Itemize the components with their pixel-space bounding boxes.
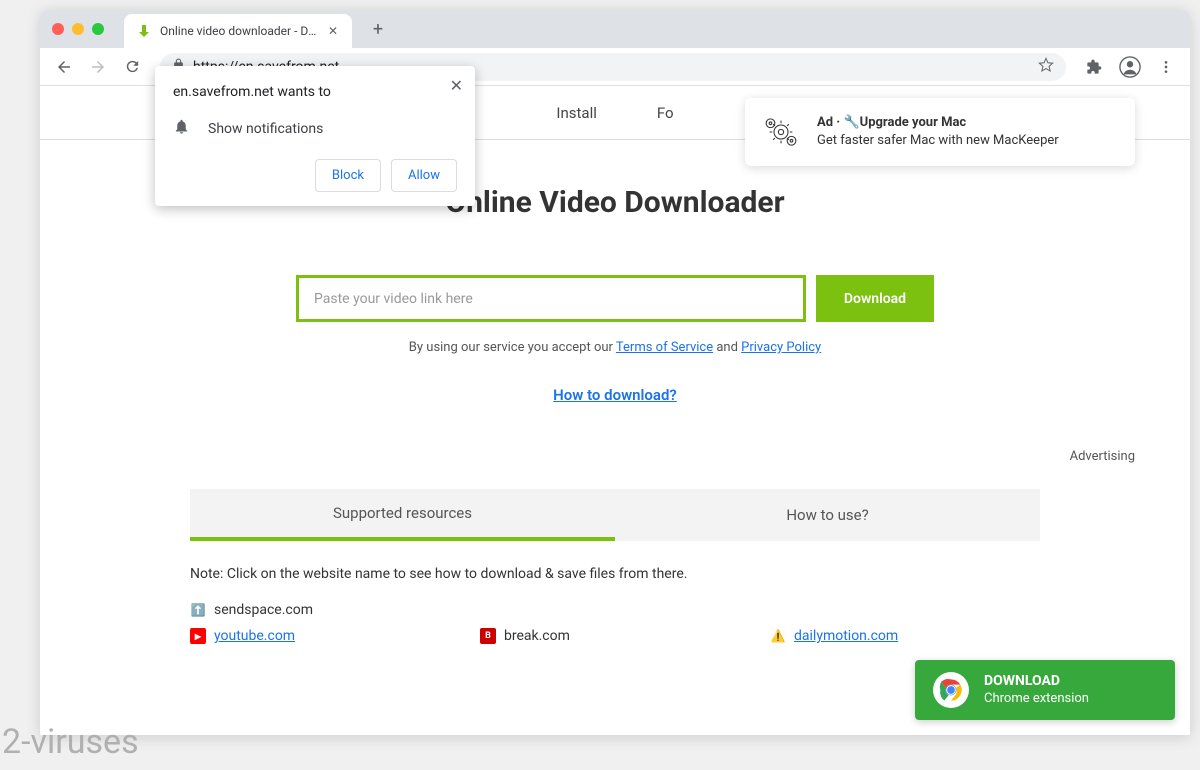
resource-sendspace: ⬆️ sendspace.com <box>190 602 460 618</box>
ext-subtitle: Chrome extension <box>984 691 1089 708</box>
tab-how-to-use[interactable]: How to use? <box>615 489 1040 541</box>
profile-avatar-icon[interactable] <box>1116 53 1144 81</box>
chrome-logo-icon <box>933 672 969 708</box>
info-tabs: Supported resources How to use? <box>190 489 1040 541</box>
input-section: Download <box>40 275 1190 322</box>
ad-text: Ad · 🔧Upgrade your Mac Get faster safer … <box>817 114 1059 149</box>
resource-break: B break.com <box>480 628 750 644</box>
upload-icon: ⬆️ <box>190 602 206 618</box>
ad-body: Get faster safer Mac with new MacKeeper <box>817 132 1059 150</box>
download-button[interactable]: Download <box>816 275 934 322</box>
browser-tab[interactable]: Online video downloader - Dow ✕ <box>124 14 352 48</box>
note-text: Note: Click on the website name to see h… <box>190 566 1040 582</box>
advertising-label: Advertising <box>40 449 1190 464</box>
maximize-window-button[interactable] <box>92 23 104 35</box>
how-to-download-section: How to download? <box>40 385 1190 404</box>
privacy-policy-link[interactable]: Privacy Policy <box>741 340 821 355</box>
notification-text: Show notifications <box>208 121 323 137</box>
bell-icon <box>173 118 190 139</box>
break-icon: B <box>480 628 496 644</box>
back-button[interactable] <box>50 53 78 81</box>
minimize-window-button[interactable] <box>72 23 84 35</box>
ad-heading: Ad · 🔧Upgrade your Mac <box>817 115 966 130</box>
browser-window: Online video downloader - Dow ✕ + https:… <box>40 10 1190 735</box>
ext-text: DOWNLOAD Chrome extension <box>984 672 1089 707</box>
allow-button[interactable]: Allow <box>391 159 457 192</box>
toolbar-right <box>1080 53 1180 81</box>
bookmark-star-icon[interactable] <box>1038 57 1054 77</box>
ad-banner[interactable]: Ad · 🔧Upgrade your Mac Get faster safer … <box>745 98 1135 166</box>
close-tab-icon[interactable]: ✕ <box>326 24 340 38</box>
ext-title: DOWNLOAD <box>984 672 1089 690</box>
dailymotion-icon: ⚠️ <box>770 628 786 644</box>
notification-body: Show notifications <box>173 118 457 139</box>
notification-title: en.savefrom.net wants to <box>173 84 457 100</box>
nav-for[interactable]: Fo <box>657 104 674 122</box>
terms-prefix: By using our service you accept our <box>409 340 616 355</box>
traffic-lights <box>52 23 104 35</box>
chrome-extension-button[interactable]: DOWNLOAD Chrome extension <box>915 660 1175 720</box>
close-icon[interactable]: ✕ <box>450 76 463 95</box>
tab-title: Online video downloader - Dow <box>160 24 318 38</box>
resource-youtube: ▶ youtube.com <box>190 628 460 644</box>
gear-icon <box>759 110 803 154</box>
tabs-section: Supported resources How to use? Note: Cl… <box>190 489 1040 644</box>
terms-of-service-link[interactable]: Terms of Service <box>616 340 713 355</box>
youtube-icon: ▶ <box>190 628 206 644</box>
youtube-link[interactable]: youtube.com <box>214 628 295 644</box>
watermark: 2-viruses <box>2 722 139 762</box>
how-to-download-link[interactable]: How to download? <box>553 386 677 404</box>
close-window-button[interactable] <box>52 23 64 35</box>
resource-label: break.com <box>504 628 570 644</box>
url-input-wrapper <box>296 275 806 322</box>
resources-grid: ⬆️ sendspace.com ▶ youtube.com B break.c… <box>190 602 1040 644</box>
new-tab-button[interactable]: + <box>364 15 392 43</box>
block-button[interactable]: Block <box>315 159 381 192</box>
title-bar: Online video downloader - Dow ✕ + <box>40 10 1190 48</box>
extensions-icon[interactable] <box>1080 53 1108 81</box>
tab-supported-resources[interactable]: Supported resources <box>190 489 615 541</box>
resource-dailymotion: ⚠️ dailymotion.com <box>770 628 1040 644</box>
notification-buttons: Block Allow <box>173 159 457 192</box>
terms-text: By using our service you accept our Term… <box>40 340 1190 355</box>
notification-permission-popup: ✕ en.savefrom.net wants to Show notifica… <box>155 66 475 206</box>
terms-and: and <box>713 340 741 355</box>
favicon-icon <box>136 23 152 39</box>
resource-label: sendspace.com <box>214 602 313 618</box>
kebab-menu-icon[interactable] <box>1152 53 1180 81</box>
forward-button[interactable] <box>84 53 112 81</box>
video-url-input[interactable] <box>314 291 788 307</box>
nav-install[interactable]: Install <box>556 104 596 122</box>
dailymotion-link[interactable]: dailymotion.com <box>794 628 898 644</box>
reload-button[interactable] <box>118 53 146 81</box>
